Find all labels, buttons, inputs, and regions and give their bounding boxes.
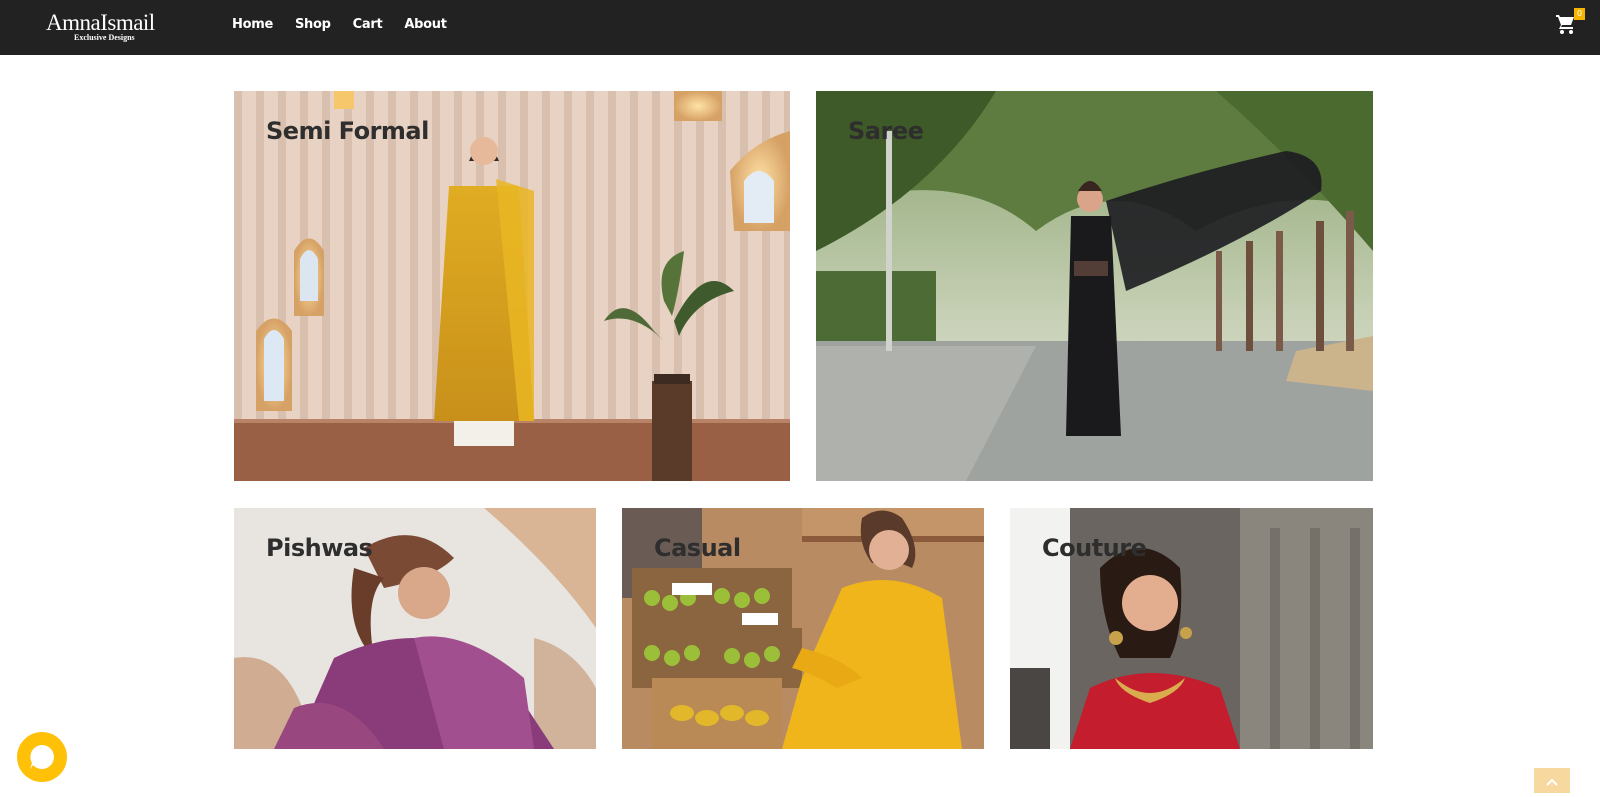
nav-about-link[interactable]: About	[404, 16, 447, 34]
category-tile-casual[interactable]: Casual	[622, 508, 984, 749]
brand-tagline: Exclusive Designs	[74, 33, 135, 42]
category-label: Semi Formal	[266, 117, 429, 145]
chat-icon	[30, 745, 54, 769]
nav-shop-link[interactable]: Shop	[295, 16, 331, 34]
category-tile-couture[interactable]: Couture	[1010, 508, 1373, 749]
cart-count-badge: 0	[1574, 8, 1585, 20]
semi-formal-photo	[234, 91, 790, 481]
chevron-up-icon	[1546, 778, 1558, 786]
saree-photo	[816, 91, 1373, 481]
category-label: Couture	[1042, 534, 1147, 562]
brand-logo[interactable]: AmnaIsmail Exclusive Designs	[46, 10, 166, 44]
top-navbar: AmnaIsmail Exclusive Designs Home Shop C…	[0, 0, 1600, 55]
main-menu: Home Shop Cart About	[232, 16, 469, 34]
nav-home-link[interactable]: Home	[232, 16, 273, 34]
category-tile-saree[interactable]: Saree	[816, 91, 1373, 481]
category-tile-semi-formal[interactable]: Semi Formal	[234, 91, 790, 481]
nav-cart-link[interactable]: Cart	[353, 16, 383, 34]
back-to-top-button[interactable]	[1534, 768, 1570, 793]
category-label: Pishwas	[266, 534, 373, 562]
category-label: Saree	[848, 117, 924, 145]
category-tile-pishwas[interactable]: Pishwas	[234, 508, 596, 749]
chat-button[interactable]	[17, 732, 67, 782]
category-label: Casual	[654, 534, 741, 562]
